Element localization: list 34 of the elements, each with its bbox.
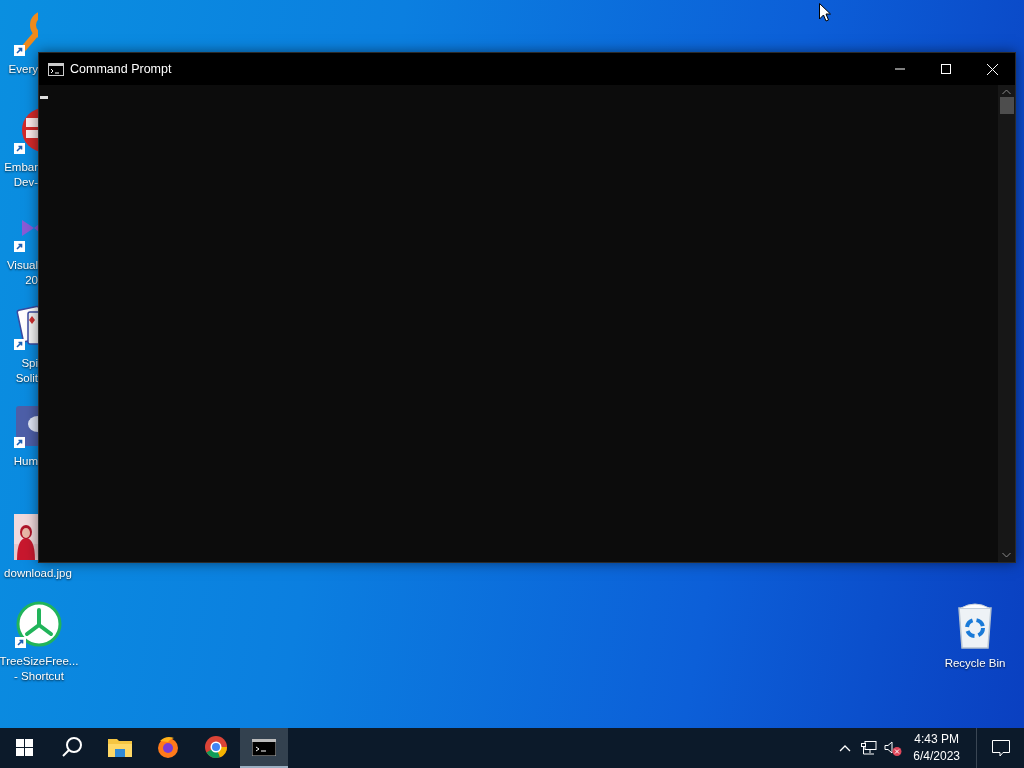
scroll-thumb[interactable] [999, 97, 1014, 114]
close-icon [986, 63, 998, 75]
icon-label: Every [8, 62, 38, 77]
terminal-icon [252, 738, 276, 756]
clock-time: 4:43 PM [913, 731, 960, 748]
folder-icon [108, 737, 132, 757]
icon-label: TreeSizeFree... [0, 654, 79, 669]
icon-label: Recycle Bin [944, 656, 1006, 671]
search-icon [61, 736, 83, 758]
speaker-icon [884, 740, 903, 756]
windows-logo-icon [15, 738, 33, 756]
network-icon [861, 741, 878, 755]
text-cursor [40, 96, 48, 99]
mouse-pointer-icon [819, 3, 831, 22]
chevron-up-icon [839, 744, 852, 752]
scrollbar[interactable] [998, 85, 1015, 562]
window-title: Command Prompt [70, 60, 172, 78]
icon-label: Dev- [13, 175, 38, 190]
speech-bubble-icon [991, 739, 1010, 757]
icon-label: Spi [21, 356, 38, 371]
taskbar-app[interactable] [240, 728, 288, 768]
clock-date: 6/4/2023 [913, 748, 960, 765]
maximize-icon [941, 64, 951, 74]
icon-label: Visual [6, 258, 38, 273]
chrome-icon [204, 735, 228, 759]
icon-label: Embar [4, 160, 38, 175]
firefox-icon [156, 735, 180, 759]
clock[interactable]: 4:43 PM 6/4/2023 [905, 728, 968, 768]
icon-label: Solit [15, 371, 38, 386]
icon-label: - Shortcut [14, 669, 64, 684]
terminal-icon [48, 62, 64, 76]
icon-label: Hum [13, 454, 38, 469]
icon-label: 20 [25, 273, 38, 288]
icon-label: download.jpg [4, 566, 72, 581]
